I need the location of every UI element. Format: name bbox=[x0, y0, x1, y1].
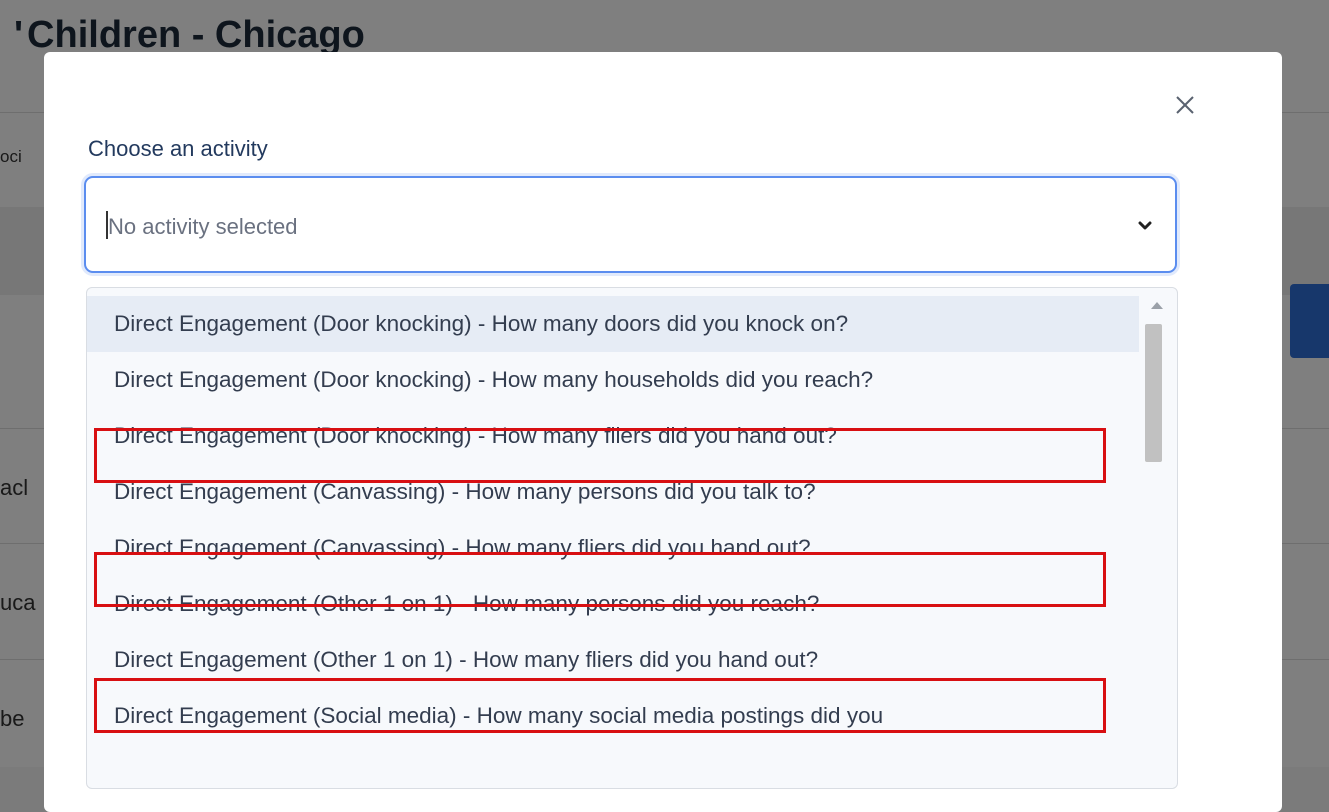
activity-label: Choose an activity bbox=[88, 136, 268, 161]
dropdown-option[interactable]: Direct Engagement (Social media) - How m… bbox=[87, 688, 1139, 744]
select-placeholder: No activity selected bbox=[108, 214, 298, 239]
scroll-up-arrow-icon[interactable] bbox=[1151, 302, 1163, 309]
dropdown-option[interactable]: Direct Engagement (Other 1 on 1) - How m… bbox=[87, 576, 1139, 632]
activity-dropdown-list[interactable]: Direct Engagement (Door knocking) - How … bbox=[86, 287, 1178, 789]
dropdown-option[interactable]: Direct Engagement (Canvassing) - How man… bbox=[87, 464, 1139, 520]
dropdown-option[interactable]: Direct Engagement (Door knocking) - How … bbox=[87, 296, 1139, 352]
close-icon[interactable] bbox=[1174, 94, 1196, 116]
chevron-down-icon[interactable] bbox=[1135, 216, 1155, 236]
close-button[interactable] bbox=[1170, 90, 1200, 120]
dropdown-option[interactable]: Direct Engagement (Door knocking) - How … bbox=[87, 352, 1139, 408]
scrollbar-thumb[interactable] bbox=[1145, 324, 1162, 462]
dropdown-option[interactable]: Direct Engagement (Other 1 on 1) - How m… bbox=[87, 632, 1139, 688]
dropdown-option[interactable]: Direct Engagement (Door knocking) - How … bbox=[87, 408, 1139, 464]
dropdown-option[interactable]: Direct Engagement (Canvassing) - How man… bbox=[87, 520, 1139, 576]
activity-select[interactable]: No activity selected bbox=[84, 176, 1177, 273]
